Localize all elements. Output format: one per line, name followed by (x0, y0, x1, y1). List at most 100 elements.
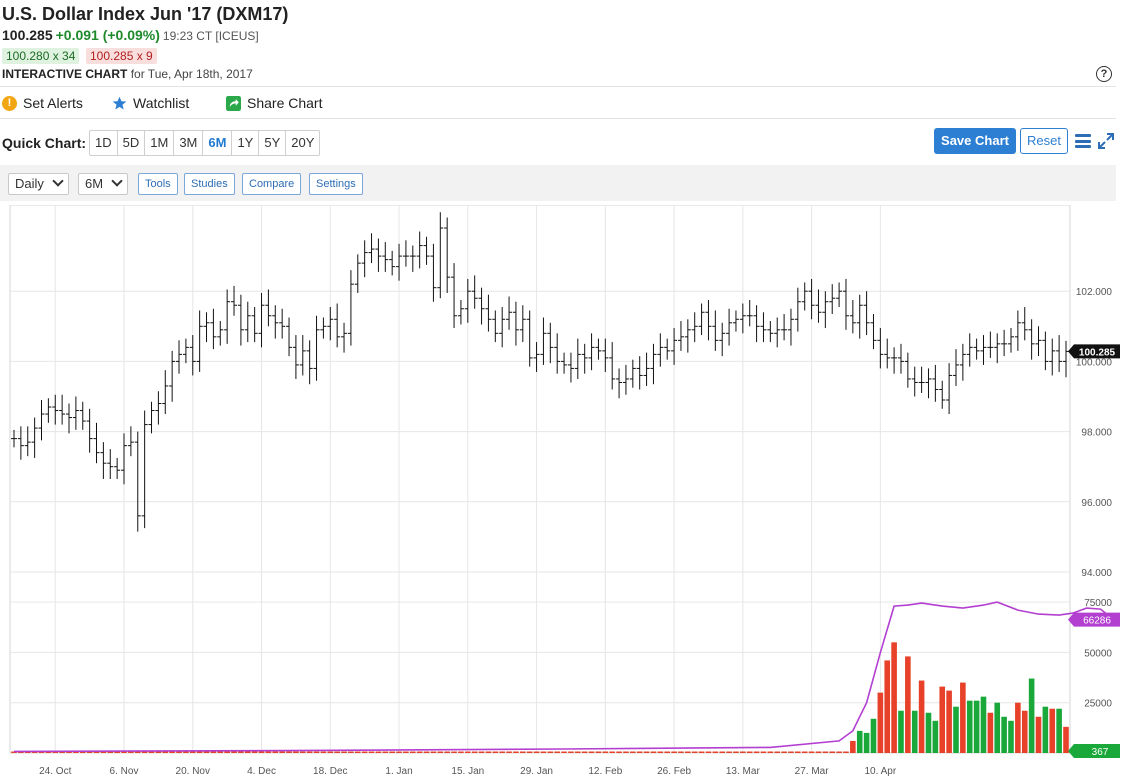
compare-button[interactable]: Compare (242, 173, 302, 195)
period-3m-button[interactable]: 3M (174, 131, 204, 155)
ohlc-bar (354, 254, 361, 293)
ohlc-bar (987, 331, 994, 358)
tools-button[interactable]: Tools (138, 173, 178, 195)
ohlc-bar (671, 328, 678, 365)
period-6m-button[interactable]: 6M (203, 131, 233, 155)
date-tick-label: 24. Oct (39, 766, 71, 777)
volume-bar (863, 732, 870, 753)
ohlc-bar (822, 291, 829, 329)
volume-bar (313, 751, 320, 753)
hamburger-menu-icon[interactable] (1075, 134, 1091, 148)
volume-bar (575, 751, 581, 753)
period-5d-button[interactable]: 5D (118, 131, 146, 155)
date-tick-label: 27. Mar (795, 766, 830, 777)
interval-select[interactable]: Daily (8, 173, 69, 195)
ohlc-bar (774, 317, 781, 348)
ohlc-bar (279, 308, 286, 339)
ohlc-bar (347, 270, 354, 346)
set-alerts-button[interactable]: ! Set Alerts (2, 95, 83, 111)
ohlc-bar (829, 284, 836, 315)
ohlc-bar (389, 250, 396, 276)
ohlc-bar (506, 296, 513, 330)
volume-bar (499, 751, 505, 753)
ohlc-bar (622, 364, 629, 395)
volume-bar (382, 751, 389, 753)
ohlc-bar (210, 308, 217, 350)
ohlc-bar (870, 314, 877, 350)
volume-bar (430, 751, 437, 753)
ohlc-bar (59, 394, 66, 425)
volume-bar (760, 751, 767, 753)
ohlc-bar (897, 343, 904, 374)
settings-button[interactable]: Settings (309, 173, 363, 195)
volume-bar (1035, 716, 1042, 753)
volume-tick-label: 50000 (1084, 648, 1112, 659)
ohlc-bar (299, 335, 306, 376)
save-chart-button[interactable]: Save Chart (934, 128, 1016, 154)
ohlc-bar (808, 278, 815, 320)
volume-bar (533, 751, 540, 753)
ohlc-bar (698, 303, 705, 336)
ohlc-bar (533, 342, 540, 372)
volume-bar (327, 751, 334, 753)
ohlc-bar (609, 342, 616, 390)
range-value: 6M (85, 176, 104, 191)
range-select[interactable]: 6M (78, 173, 129, 195)
ohlc-bar (602, 338, 609, 372)
volume-bar (836, 751, 842, 753)
volume-series (11, 642, 1069, 753)
studies-button[interactable]: Studies (184, 173, 235, 195)
ohlc-bar (939, 380, 946, 409)
period-1y-button[interactable]: 1Y (232, 131, 260, 155)
period-20y-button[interactable]: 20Y (286, 131, 319, 155)
ohlc-bar (492, 310, 499, 343)
volume-bar (932, 720, 939, 753)
ohlc-bar (368, 233, 375, 264)
help-icon[interactable]: ? (1096, 66, 1112, 82)
volume-bar (740, 751, 746, 753)
volume-bar (1063, 726, 1069, 753)
watchlist-button[interactable]: Watchlist (112, 95, 189, 111)
ohlc-bar (959, 343, 966, 381)
ohlc-bar (306, 340, 313, 385)
ohlc-bar (437, 212, 444, 299)
page-title: U.S. Dollar Index Jun '17 (DXM17) (2, 4, 289, 24)
ohlc-bar (1056, 335, 1063, 372)
ohlc-bar (732, 310, 739, 332)
volume-bar (396, 751, 402, 753)
volume-bar (843, 751, 849, 753)
price-chart[interactable]: 94.000 96.000 98.000 100.000 102.000 25000 500… (0, 205, 1124, 782)
volume-bar (891, 642, 897, 753)
period-1d-button[interactable]: 1D (90, 131, 118, 155)
ohlc-bar (24, 426, 31, 457)
volume-bar (306, 751, 313, 753)
volume-bar (1008, 720, 1014, 753)
volume-bar (994, 702, 1001, 753)
volume-bar (478, 751, 485, 753)
share-chart-button[interactable]: Share Chart (226, 95, 322, 111)
ohlc-bar (471, 275, 478, 309)
quick-chart-label: Quick Chart: (2, 135, 87, 151)
ohlc-bar (712, 310, 719, 351)
volume-bar (602, 751, 609, 753)
period-1m-button[interactable]: 1M (145, 131, 175, 155)
ohlc-bar (705, 299, 712, 341)
volume-bar (251, 751, 258, 753)
volume-bar (671, 751, 677, 753)
reset-button[interactable]: Reset (1020, 128, 1068, 154)
ohlc-bar (361, 240, 368, 278)
expand-icon[interactable] (1097, 132, 1115, 150)
volume-bar (286, 751, 292, 753)
ohlc-bar (787, 308, 794, 346)
ohlc-bar (244, 301, 251, 343)
ohlc-bar (877, 328, 884, 369)
volume-bar (657, 751, 664, 753)
volume-bar (568, 751, 574, 753)
volume-bar (547, 751, 554, 753)
plot-border (9, 205, 1071, 754)
ohlc-bar (794, 287, 801, 332)
volume-bar (361, 751, 368, 753)
volume-bar (953, 706, 959, 753)
period-5y-button[interactable]: 5Y (259, 131, 287, 155)
interactive-chart-date: for Tue, Apr 18th, 2017 (130, 67, 253, 81)
